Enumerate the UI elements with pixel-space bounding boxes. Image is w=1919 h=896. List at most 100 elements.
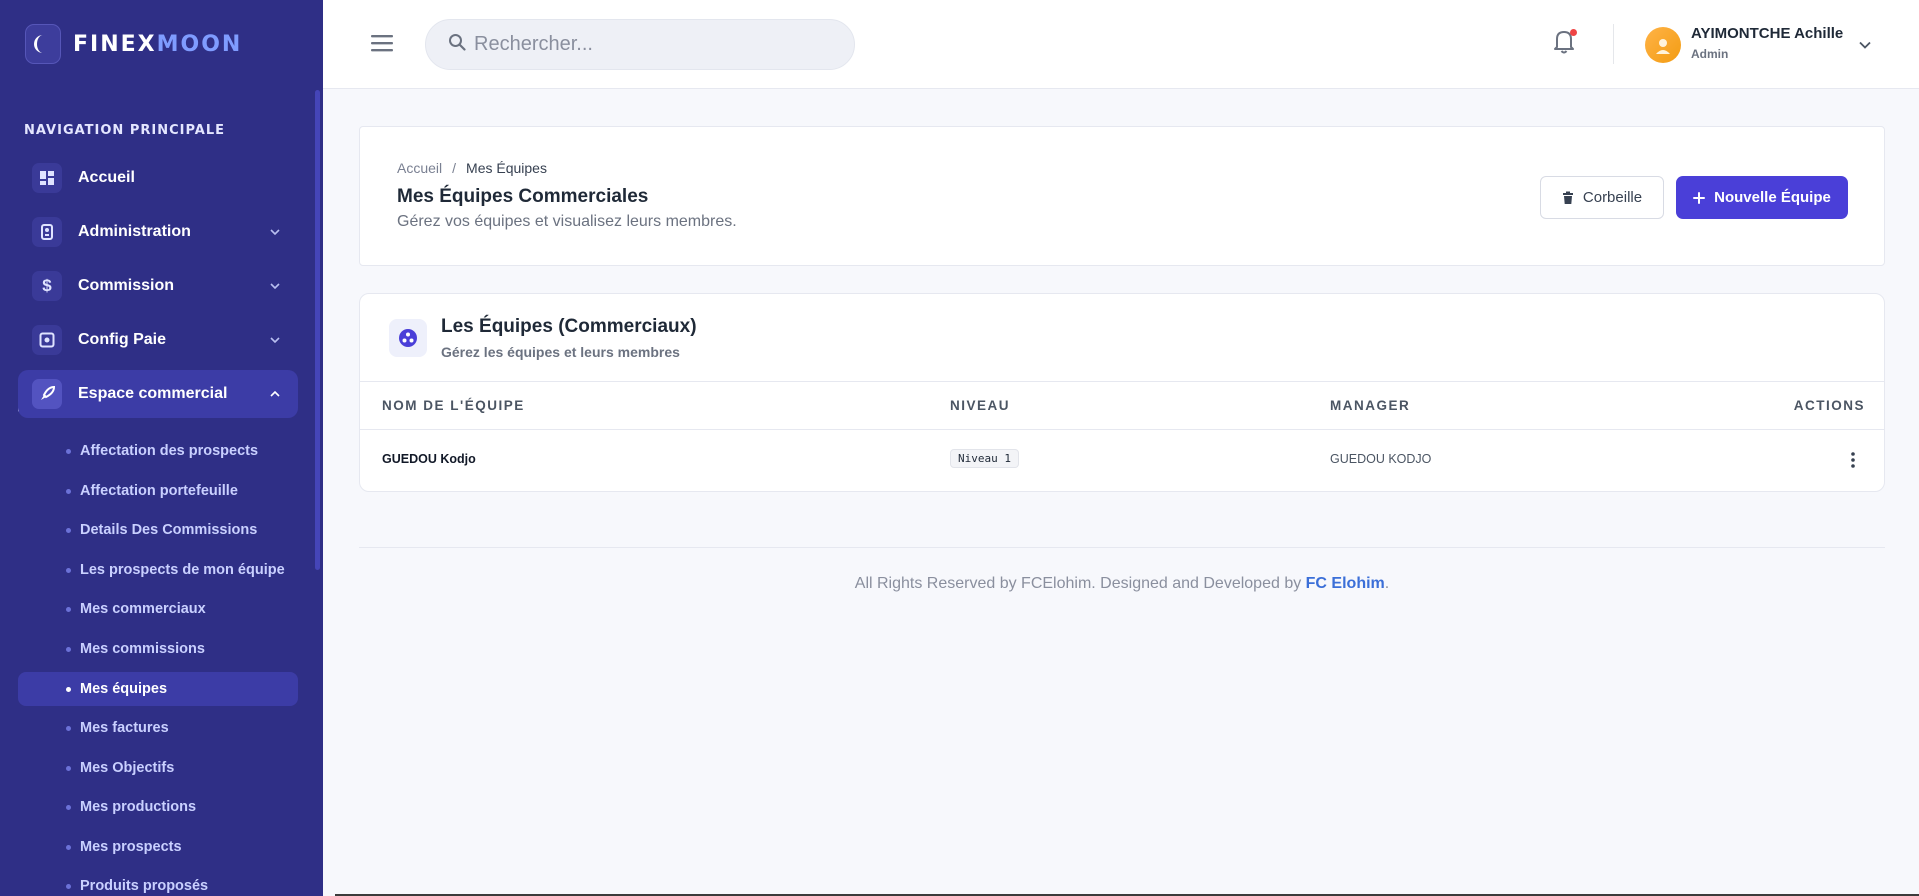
trash-icon — [1562, 191, 1574, 205]
footer-divider — [359, 547, 1885, 548]
footer: All Rights Reserved by FCElohim. Designe… — [359, 575, 1885, 593]
subnav-item-mes-equipes[interactable]: Mes équipes — [18, 672, 298, 706]
table-title: Les Équipes (Commerciaux) — [441, 316, 697, 337]
chevron-down-icon — [266, 283, 284, 289]
search-bar[interactable] — [425, 19, 855, 70]
subnav-item-prospects-equipe[interactable]: Les prospects de mon équipe — [18, 553, 298, 587]
sidebar-scrollbar[interactable] — [315, 90, 320, 570]
subnav-item-label: Mes équipes — [80, 681, 168, 697]
breadcrumb: Accueil / Mes Équipes — [397, 160, 547, 176]
subnav-item-label: Mes commissions — [80, 641, 205, 657]
subnav-item-mes-commissions[interactable]: Mes commissions — [18, 632, 298, 666]
brand[interactable]: FINEXMOON — [0, 0, 323, 88]
trash-button-label: Corbeille — [1582, 189, 1643, 206]
subnav-item-mes-objectifs[interactable]: Mes Objectifs — [18, 751, 298, 785]
team-icon — [389, 319, 427, 357]
teams-table-card: Les Équipes (Commerciaux) Gérez les équi… — [359, 293, 1885, 492]
subnav-item-mes-prospects[interactable]: Mes prospects — [18, 830, 298, 864]
subnav-item-label: Affectation portefeuille — [80, 483, 238, 499]
breadcrumb-home[interactable]: Accueil — [397, 160, 442, 176]
sidebar-item-administration[interactable]: Administration — [18, 208, 298, 256]
avatar[interactable] — [1645, 27, 1681, 63]
bullet — [66, 567, 71, 573]
chevron-down-icon — [266, 337, 284, 343]
sidebar-item-config-paie[interactable]: Config Paie — [18, 316, 298, 364]
more-vertical-icon[interactable] — [1839, 446, 1867, 474]
subnav-item-mes-commerciaux[interactable]: Mes commerciaux — [18, 592, 298, 626]
bullet — [66, 527, 71, 533]
sidebar-item-espace-commercial[interactable]: Espace commercial — [18, 370, 298, 418]
column-header-name[interactable]: NOM DE L'ÉQUIPE — [382, 398, 525, 413]
subnav-item-label: Mes factures — [80, 720, 169, 736]
subnav-item-label: Details Des Commissions — [80, 522, 258, 538]
rocket-icon — [32, 379, 62, 409]
subnav-item-mes-productions[interactable]: Mes productions — [18, 790, 298, 824]
brand-name: FINEXMOON — [73, 32, 242, 57]
divider — [1613, 24, 1614, 64]
chevron-down-icon[interactable] — [1859, 36, 1871, 54]
subnav-item-label: Mes Objectifs — [80, 760, 175, 776]
subnav-item-label: Produits proposés — [80, 878, 209, 894]
bullet — [66, 804, 71, 810]
subnav-item-produits-proposes[interactable]: Produits proposés — [18, 869, 298, 896]
bullet — [66, 725, 71, 731]
chevron-down-icon — [266, 229, 284, 235]
bullet — [66, 844, 71, 850]
manager-cell: GUEDOU KODJO — [1330, 452, 1432, 466]
bullet — [66, 606, 71, 612]
page-title: Mes Équipes Commerciales — [397, 186, 649, 207]
admin-icon — [32, 217, 62, 247]
team-name-cell: GUEDOU Kodjo — [382, 452, 476, 466]
column-header-level[interactable]: NIVEAU — [950, 398, 1010, 413]
page-header-card: Accueil / Mes Équipes Mes Équipes Commer… — [359, 126, 1885, 266]
sidebar-item-label: Espace commercial — [78, 385, 228, 402]
search-icon — [448, 33, 466, 56]
bullet — [66, 883, 71, 889]
subnav-item-mes-factures[interactable]: Mes factures — [18, 711, 298, 745]
table-header: NOM DE L'ÉQUIPE NIVEAU MANAGER ACTIONS — [360, 381, 1884, 430]
user-name[interactable]: AYIMONTCHE Achille — [1691, 25, 1843, 42]
sidebar-item-label: Accueil — [78, 169, 135, 186]
nav-section-title: NAVIGATION PRINCIPALE — [24, 123, 226, 138]
sidebar-item-label: Commission — [78, 277, 175, 294]
new-team-button-label: Nouvelle Équipe — [1714, 189, 1831, 206]
column-header-manager[interactable]: MANAGER — [1330, 398, 1410, 413]
grid-icon — [32, 163, 62, 193]
notification-badge — [1570, 29, 1577, 36]
menu-icon[interactable] — [370, 33, 394, 53]
footer-link[interactable]: FC Elohim — [1306, 575, 1385, 592]
footer-text: All Rights Reserved by FCElohim. Designe… — [854, 575, 1306, 592]
bullet — [66, 448, 71, 454]
footer-end: . — [1384, 575, 1390, 592]
subnav-item-label: Mes prospects — [80, 839, 182, 855]
sidebar-item-accueil[interactable]: Accueil — [18, 154, 298, 202]
subnav-item-label: Affectation des prospects — [80, 443, 259, 459]
search-input[interactable] — [474, 33, 834, 56]
topbar: AYIMONTCHE Achille Admin — [323, 0, 1919, 89]
breadcrumb-separator: / — [452, 160, 457, 176]
sidebar-item-commission[interactable]: $ Commission — [18, 262, 298, 310]
subnav-item-details-commissions[interactable]: Details Des Commissions — [18, 513, 298, 547]
brand-part2: MOON — [156, 31, 243, 57]
brand-part1: FINEX — [73, 31, 157, 57]
sidebar-item-label: Administration — [78, 223, 191, 240]
sidebar: FINEXMOON NAVIGATION PRINCIPALE Accueil … — [0, 0, 323, 896]
column-header-actions: ACTIONS — [1793, 398, 1865, 413]
plus-icon — [1693, 191, 1706, 204]
subnav-item-affectation-prospects[interactable]: Affectation des prospects — [18, 434, 298, 468]
user-role: Admin — [1691, 47, 1729, 61]
subnav-item-affectation-portefeuille[interactable]: Affectation portefeuille — [18, 474, 298, 508]
payroll-icon — [32, 325, 62, 355]
bullet — [66, 765, 71, 771]
bullet — [66, 686, 71, 692]
level-badge: Niveau 1 — [950, 449, 1019, 468]
bullet — [66, 488, 71, 494]
new-team-button[interactable]: Nouvelle Équipe — [1676, 176, 1848, 219]
trash-button[interactable]: Corbeille — [1540, 176, 1664, 219]
subnav-item-label: Mes commerciaux — [80, 601, 206, 617]
bullet — [66, 646, 71, 652]
dollar-icon: $ — [32, 271, 62, 301]
moon-logo-icon — [25, 24, 61, 64]
table-row[interactable]: GUEDOU Kodjo Niveau 1 GUEDOU KODJO — [360, 430, 1884, 491]
page-subtitle: Gérez vos équipes et visualisez leurs me… — [397, 213, 737, 230]
